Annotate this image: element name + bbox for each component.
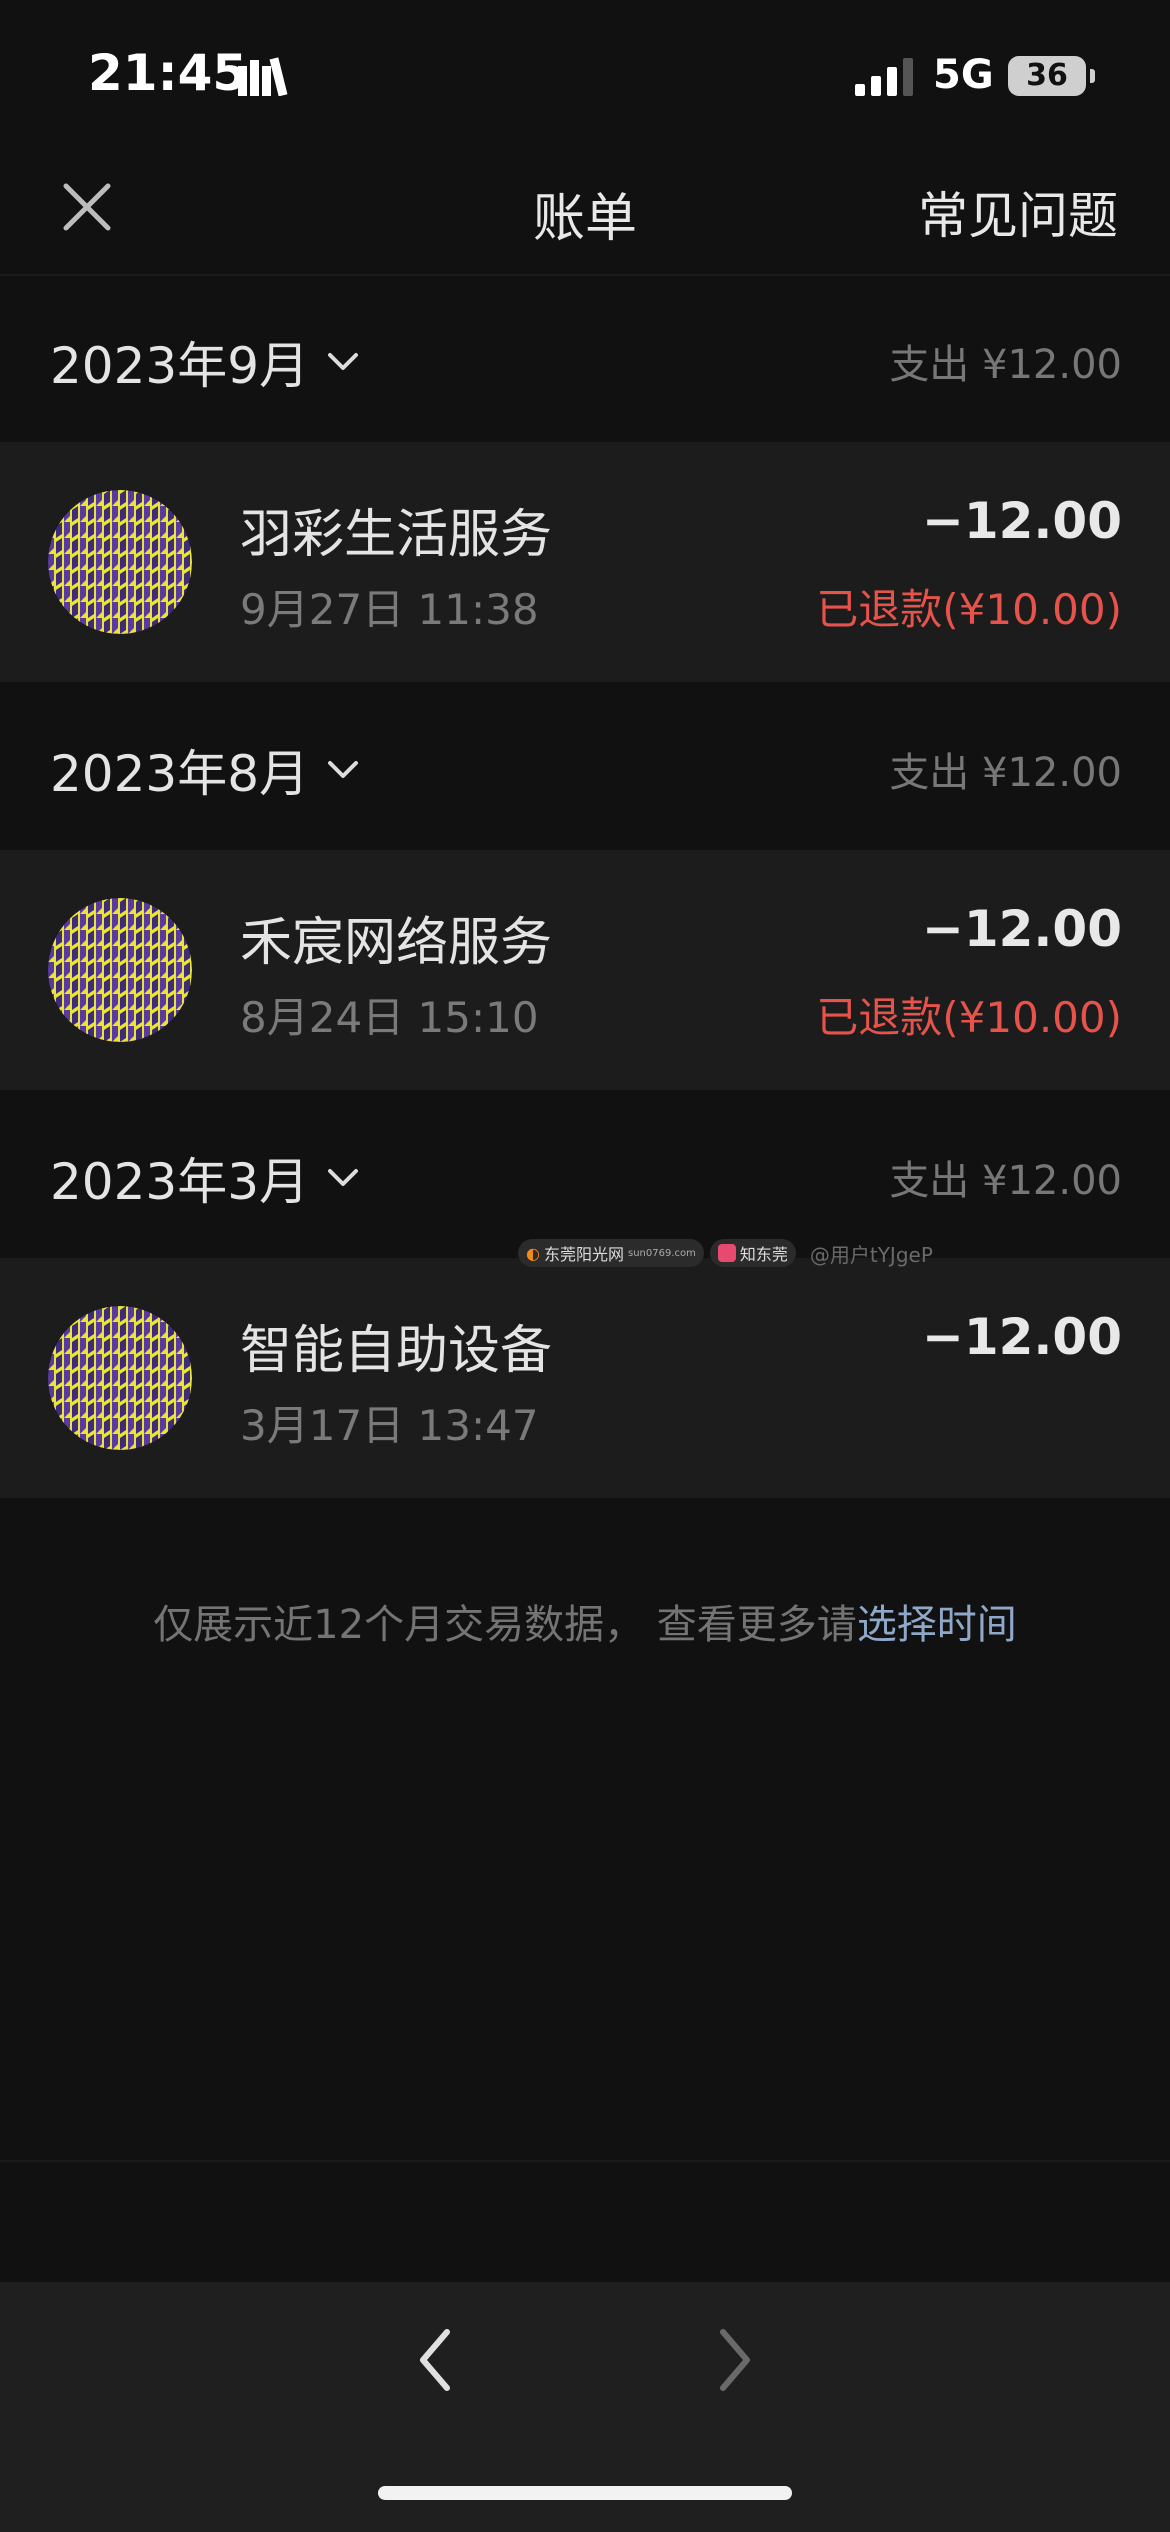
watermark-user: @用户tYJgeP: [809, 1242, 933, 1267]
chevron-down-icon: [328, 761, 359, 778]
status-time: 21:45: [88, 44, 248, 102]
merchant-avatar: [48, 898, 192, 1042]
sun-logo-icon: ◐: [526, 1243, 540, 1263]
month-spend: 支出 ¥12.00: [889, 342, 1122, 388]
transaction-amount: −12.00: [921, 1308, 1122, 1366]
bill-page: 21:45 5G 36 账单 常见问题 2023年9月 支出 ¥12.00 羽彩…: [0, 0, 1170, 2532]
navigation-bar: 账单 常见问题: [0, 140, 1170, 276]
merchant-avatar: [48, 490, 192, 634]
watermark-site: 东莞阳光网: [543, 1245, 624, 1264]
month-header-sep: 2023年8月 支出 ¥12.00: [0, 684, 1170, 848]
transaction-amount: −12.00: [921, 492, 1122, 550]
close-icon[interactable]: [60, 180, 114, 234]
merchant-name: 禾宸网络服务: [240, 913, 553, 973]
chevron-down-icon: [328, 353, 359, 370]
refund-status: 已退款(¥10.00): [816, 585, 1122, 634]
chevron-right-icon[interactable]: [705, 2320, 765, 2400]
month-selector[interactable]: 2023年3月: [50, 1142, 359, 1214]
select-time-link[interactable]: 选择时间: [857, 1602, 1017, 1648]
month-header-sep: 2023年9月 支出 ¥12.00: [0, 276, 1170, 440]
chevron-down-icon: [328, 1169, 359, 1186]
footer-note: 仅展示近12个月交易数据， 查看更多请选择时间: [0, 1592, 1170, 1650]
battery-cap: [1090, 69, 1095, 83]
transaction-row[interactable]: 智能自助设备 3月17日 13:47 −12.00: [0, 1258, 1170, 1498]
month-spend: 支出 ¥12.00: [889, 1158, 1122, 1204]
status-bar: 21:45 5G 36: [0, 0, 1170, 140]
watermark-domain: sun0769.com: [627, 1247, 696, 1259]
watermark-app: 知东莞: [739, 1245, 788, 1264]
watermark-app-logo: 知东莞: [709, 1239, 796, 1267]
month-selector[interactable]: 2023年8月: [50, 734, 359, 806]
month-label: 2023年9月: [50, 337, 310, 395]
transaction-time: 8月24日 15:10: [240, 993, 539, 1042]
home-indicator[interactable]: [378, 2486, 792, 2500]
transaction-row[interactable]: 禾宸网络服务 8月24日 15:10 −12.00 已退款(¥10.00): [0, 850, 1170, 1090]
month-spend: 支出 ¥12.00: [889, 750, 1122, 796]
transaction-time: 9月27日 11:38: [240, 585, 539, 634]
signal-icon: [855, 58, 913, 96]
month-selector[interactable]: 2023年9月: [50, 326, 359, 398]
month-label: 2023年3月: [50, 1153, 310, 1211]
books-icon: [238, 57, 288, 96]
network-type: 5G: [933, 52, 994, 98]
month-header-sep: 2023年3月 支出 ¥12.00: [0, 1092, 1170, 1256]
merchant-name: 智能自助设备: [240, 1321, 553, 1381]
merchant-name: 羽彩生活服务: [240, 505, 553, 565]
footer-note-text: 仅展示近12个月交易数据， 查看更多请: [153, 1602, 857, 1648]
battery-icon: 36: [1008, 56, 1086, 96]
month-label: 2023年8月: [50, 745, 310, 803]
transaction-time: 3月17日 13:47: [240, 1401, 539, 1450]
transaction-amount: −12.00: [921, 900, 1122, 958]
battery-level: 36: [1026, 58, 1068, 93]
transaction-row[interactable]: 羽彩生活服务 9月27日 11:38 −12.00 已退款(¥10.00): [0, 442, 1170, 682]
app-logo-icon: [717, 1244, 736, 1262]
watermark: ◐ 东莞阳光网 sun0769.com 知东莞 @用户tYJgeP: [518, 1238, 933, 1268]
merchant-avatar: [48, 1306, 192, 1450]
chevron-left-icon[interactable]: [405, 2320, 465, 2400]
divider: [0, 2160, 1170, 2162]
refund-status: 已退款(¥10.00): [816, 993, 1122, 1042]
watermark-site-logo: ◐ 东莞阳光网 sun0769.com: [518, 1239, 704, 1267]
faq-link[interactable]: 常见问题: [918, 176, 1118, 248]
